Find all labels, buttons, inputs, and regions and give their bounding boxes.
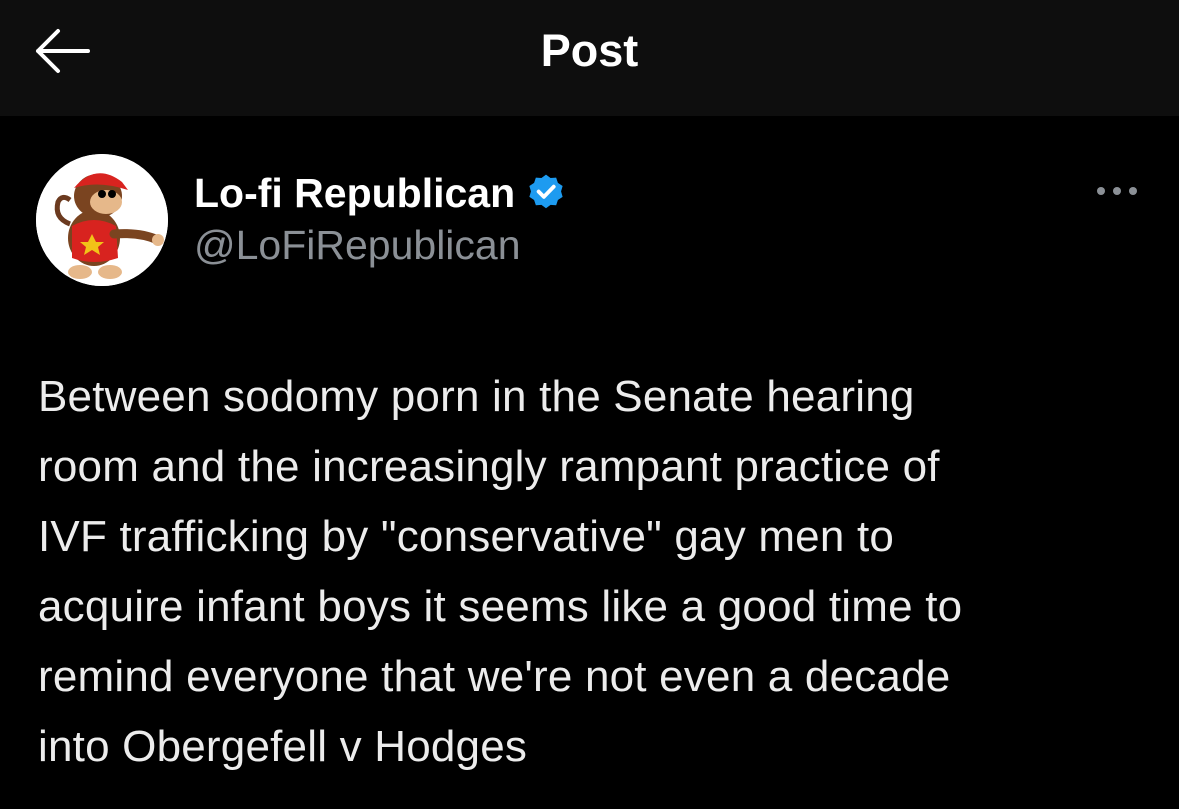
display-name-row: Lo-fi Republican	[194, 168, 567, 218]
post-text: Between sodomy porn in the Senate hearin…	[38, 372, 963, 771]
user-handle[interactable]: @LoFiRepublican	[194, 220, 567, 270]
more-horizontal-icon	[1097, 187, 1137, 195]
verified-badge-icon	[529, 174, 563, 209]
top-bar: Post	[0, 0, 1179, 116]
avatar[interactable]	[36, 154, 168, 286]
post-detail: Lo-fi Republican @LoFiRepublican Between…	[0, 116, 1179, 809]
cartoon-monkey-avatar-icon	[36, 154, 168, 286]
display-name[interactable]: Lo-fi Republican	[194, 168, 515, 218]
page-title: Post	[540, 25, 639, 76]
more-options-button[interactable]	[1093, 176, 1141, 206]
author-block: Lo-fi Republican @LoFiRepublican	[194, 168, 567, 270]
